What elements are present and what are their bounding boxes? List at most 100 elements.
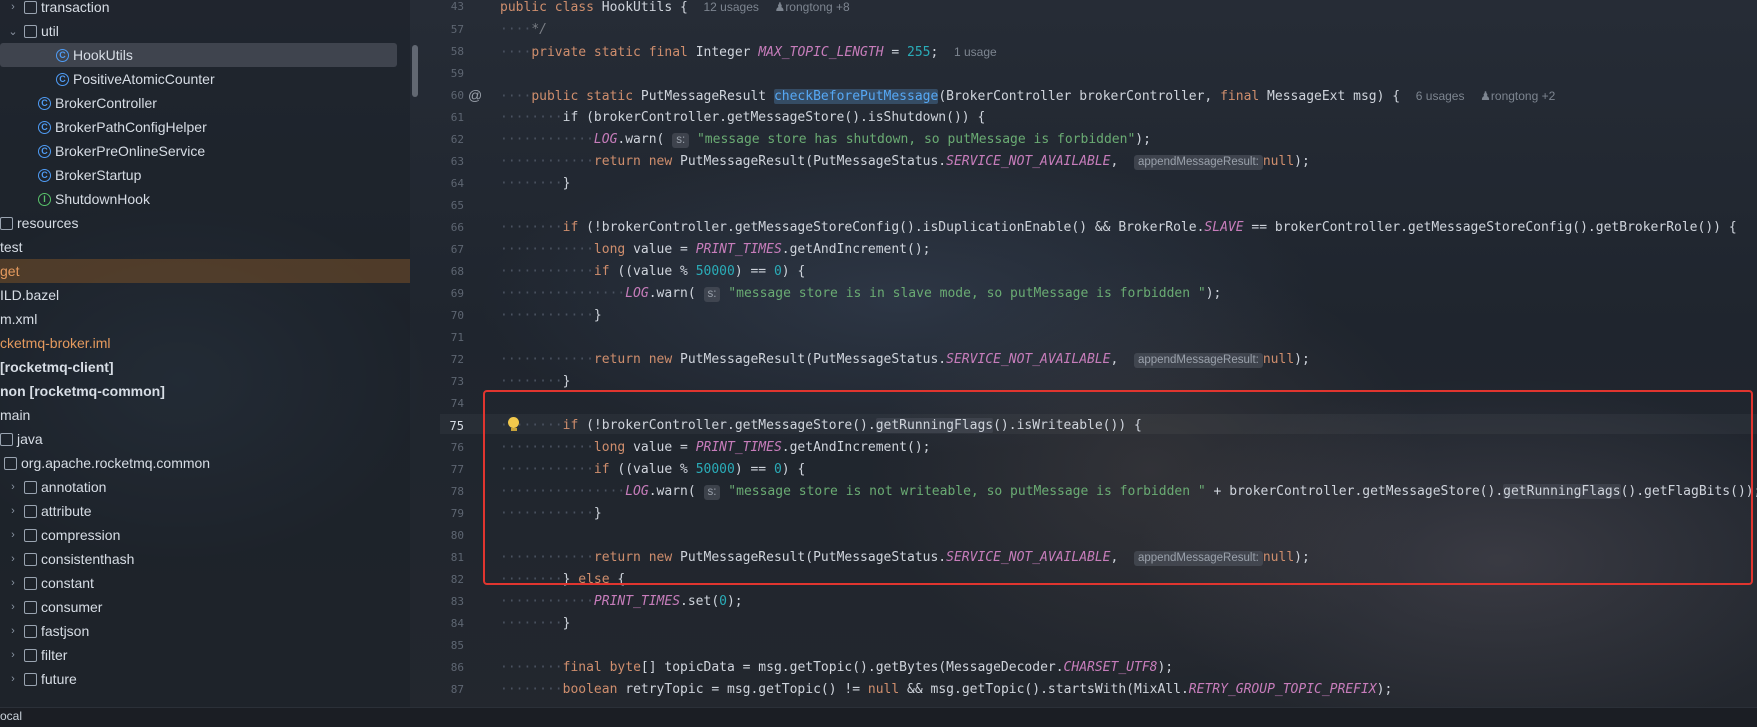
tree-item[interactable]: test [0, 235, 410, 259]
line-number[interactable]: 85 [424, 639, 464, 652]
code-line-66[interactable]: ········if (!brokerController.getMessage… [500, 218, 1737, 238]
tree-item[interactable]: › constant [0, 571, 410, 595]
line-number[interactable]: 83 [424, 595, 464, 608]
line-number[interactable]: 79 [424, 507, 464, 520]
tree-item[interactable]: m.xml [0, 307, 410, 331]
tree-item[interactable]: › filter [0, 643, 410, 667]
tree-item[interactable]: C HookUtils [0, 43, 397, 67]
usages-link[interactable]: 12 usages [704, 0, 759, 14]
expand-chevron-icon[interactable]: › [6, 601, 20, 613]
code-editor[interactable]: 43 57 58 59 60 61 62 63 64 65 66 67 68 69 70 71 72 73 74 75… [424, 0, 1757, 707]
line-number[interactable]: 60 [424, 89, 464, 102]
line-number[interactable]: 62 [424, 133, 464, 146]
code-line-86[interactable]: ········final byte[] topicData = msg.get… [500, 658, 1173, 678]
expand-chevron-icon[interactable]: › [6, 649, 20, 661]
code-line-63[interactable]: ············return new PutMessageResult(… [500, 152, 1310, 172]
line-number[interactable]: 67 [424, 243, 464, 256]
expand-chevron-icon[interactable]: ⌄ [6, 25, 20, 38]
line-number[interactable]: 86 [424, 661, 464, 674]
line-number[interactable]: 68 [424, 265, 464, 278]
line-number[interactable]: 77 [424, 463, 464, 476]
tree-item[interactable]: › future [0, 667, 410, 691]
code-line-70[interactable]: ············} [500, 306, 602, 326]
tree-item[interactable]: I ShutdownHook [0, 187, 410, 211]
method-name[interactable]: checkBeforePutMessage [773, 89, 939, 104]
tree-item[interactable]: C BrokerPathConfigHelper [0, 115, 410, 139]
expand-chevron-icon[interactable]: › [6, 529, 20, 541]
tree-item[interactable]: ILD.bazel [0, 283, 410, 307]
tree-item[interactable]: ⌄ util [0, 19, 410, 43]
code-line-60[interactable]: ····public static PutMessageResult check… [500, 86, 1555, 106]
tree-item[interactable]: C BrokerController [0, 91, 410, 115]
tree-item[interactable]: cketmq-broker.iml [0, 331, 410, 355]
line-number[interactable]: 72 [424, 353, 464, 366]
line-number[interactable]: 61 [424, 111, 464, 124]
line-number[interactable]: 87 [424, 683, 464, 696]
author-link[interactable]: rongtong +8 [785, 0, 849, 14]
expand-chevron-icon[interactable]: › [6, 505, 20, 517]
tree-item[interactable]: non [rocketmq-common] [0, 379, 410, 403]
tree-scrollbar[interactable] [412, 45, 418, 97]
tree-item[interactable]: ⌄org.apache.rocketmq.common [0, 451, 410, 475]
tree-item[interactable]: › fastjson [0, 619, 410, 643]
tree-item[interactable]: C PositiveAtomicCounter [0, 67, 410, 91]
override-gutter-icon[interactable]: @ [468, 87, 482, 103]
line-number[interactable]: 57 [424, 23, 464, 36]
tree-item[interactable]: › attribute [0, 499, 410, 523]
tree-item[interactable]: › compression [0, 523, 410, 547]
line-number[interactable]: 59 [424, 67, 464, 80]
line-number[interactable]: 69 [424, 287, 464, 300]
line-number[interactable]: 66 [424, 221, 464, 234]
code-line-43[interactable]: public class HookUtils { 12 usages ♟rong… [500, 0, 850, 17]
code-line-87[interactable]: ········boolean retryTopic = msg.getTopi… [500, 680, 1392, 700]
tree-item[interactable]: C BrokerPreOnlineService [0, 139, 410, 163]
author-link[interactable]: rongtong +2 [1491, 89, 1555, 103]
line-number[interactable]: 76 [424, 441, 464, 454]
code-line-61[interactable]: ········if (brokerController.getMessageS… [500, 108, 985, 128]
expand-chevron-icon[interactable]: › [6, 673, 20, 685]
tree-item[interactable]: resources [0, 211, 410, 235]
line-number[interactable]: 63 [424, 155, 464, 168]
code-line-57[interactable]: ····*/ [500, 20, 547, 40]
code-line-58[interactable]: ····private static final Integer MAX_TOP… [500, 42, 997, 62]
line-number[interactable]: 81 [424, 551, 464, 564]
tree-item[interactable]: › transaction [0, 0, 410, 19]
line-number[interactable]: 78 [424, 485, 464, 498]
tree-item[interactable]: › consumer [0, 595, 410, 619]
tree-item[interactable]: › consistenthash [0, 547, 410, 571]
code-line-72[interactable]: ············return new PutMessageResult(… [500, 350, 1310, 370]
line-number[interactable]: 64 [424, 177, 464, 190]
code-line-68[interactable]: ············if ((value % 50000) == 0) { [500, 262, 805, 282]
line-number[interactable]: 43 [424, 0, 464, 13]
expand-chevron-icon[interactable]: › [6, 625, 20, 637]
line-number[interactable]: 73 [424, 375, 464, 388]
usages-link[interactable]: 6 usages [1416, 89, 1465, 103]
tree-item[interactable]: java [0, 427, 410, 451]
tree-item[interactable]: get [0, 259, 410, 283]
line-number[interactable]: 82 [424, 573, 464, 586]
line-number[interactable]: 75 [424, 419, 464, 433]
code-line-73[interactable]: ········} [500, 372, 570, 392]
code-line-84[interactable]: ········} [500, 614, 570, 634]
code-line-69[interactable]: ················LOG.warn( s: "message st… [500, 284, 1221, 304]
line-number[interactable]: 70 [424, 309, 464, 322]
expand-chevron-icon[interactable]: › [6, 553, 20, 565]
usages-link[interactable]: 1 usage [954, 45, 997, 59]
tree-item[interactable]: C BrokerStartup [0, 163, 410, 187]
expand-chevron-icon[interactable]: › [6, 1, 20, 13]
line-number[interactable]: 74 [424, 397, 464, 410]
tree-item[interactable]: › annotation [0, 475, 410, 499]
code-line-62[interactable]: ············LOG.warn( s: "message store … [500, 130, 1151, 150]
tree-item[interactable]: main [0, 403, 410, 427]
code-line-83[interactable]: ············PRINT_TIMES.set(0); [500, 592, 743, 612]
tree-item[interactable]: [rocketmq-client] [0, 355, 410, 379]
line-number[interactable]: 71 [424, 331, 464, 344]
code-line-64[interactable]: ········} [500, 174, 570, 194]
expand-chevron-icon[interactable]: › [6, 577, 20, 589]
line-number[interactable]: 84 [424, 617, 464, 630]
expand-chevron-icon[interactable]: › [6, 481, 20, 493]
code-line-67[interactable]: ············long value = PRINT_TIMES.get… [500, 240, 931, 260]
line-number[interactable]: 80 [424, 529, 464, 542]
line-number[interactable]: 58 [424, 45, 464, 58]
line-number[interactable]: 65 [424, 199, 464, 212]
